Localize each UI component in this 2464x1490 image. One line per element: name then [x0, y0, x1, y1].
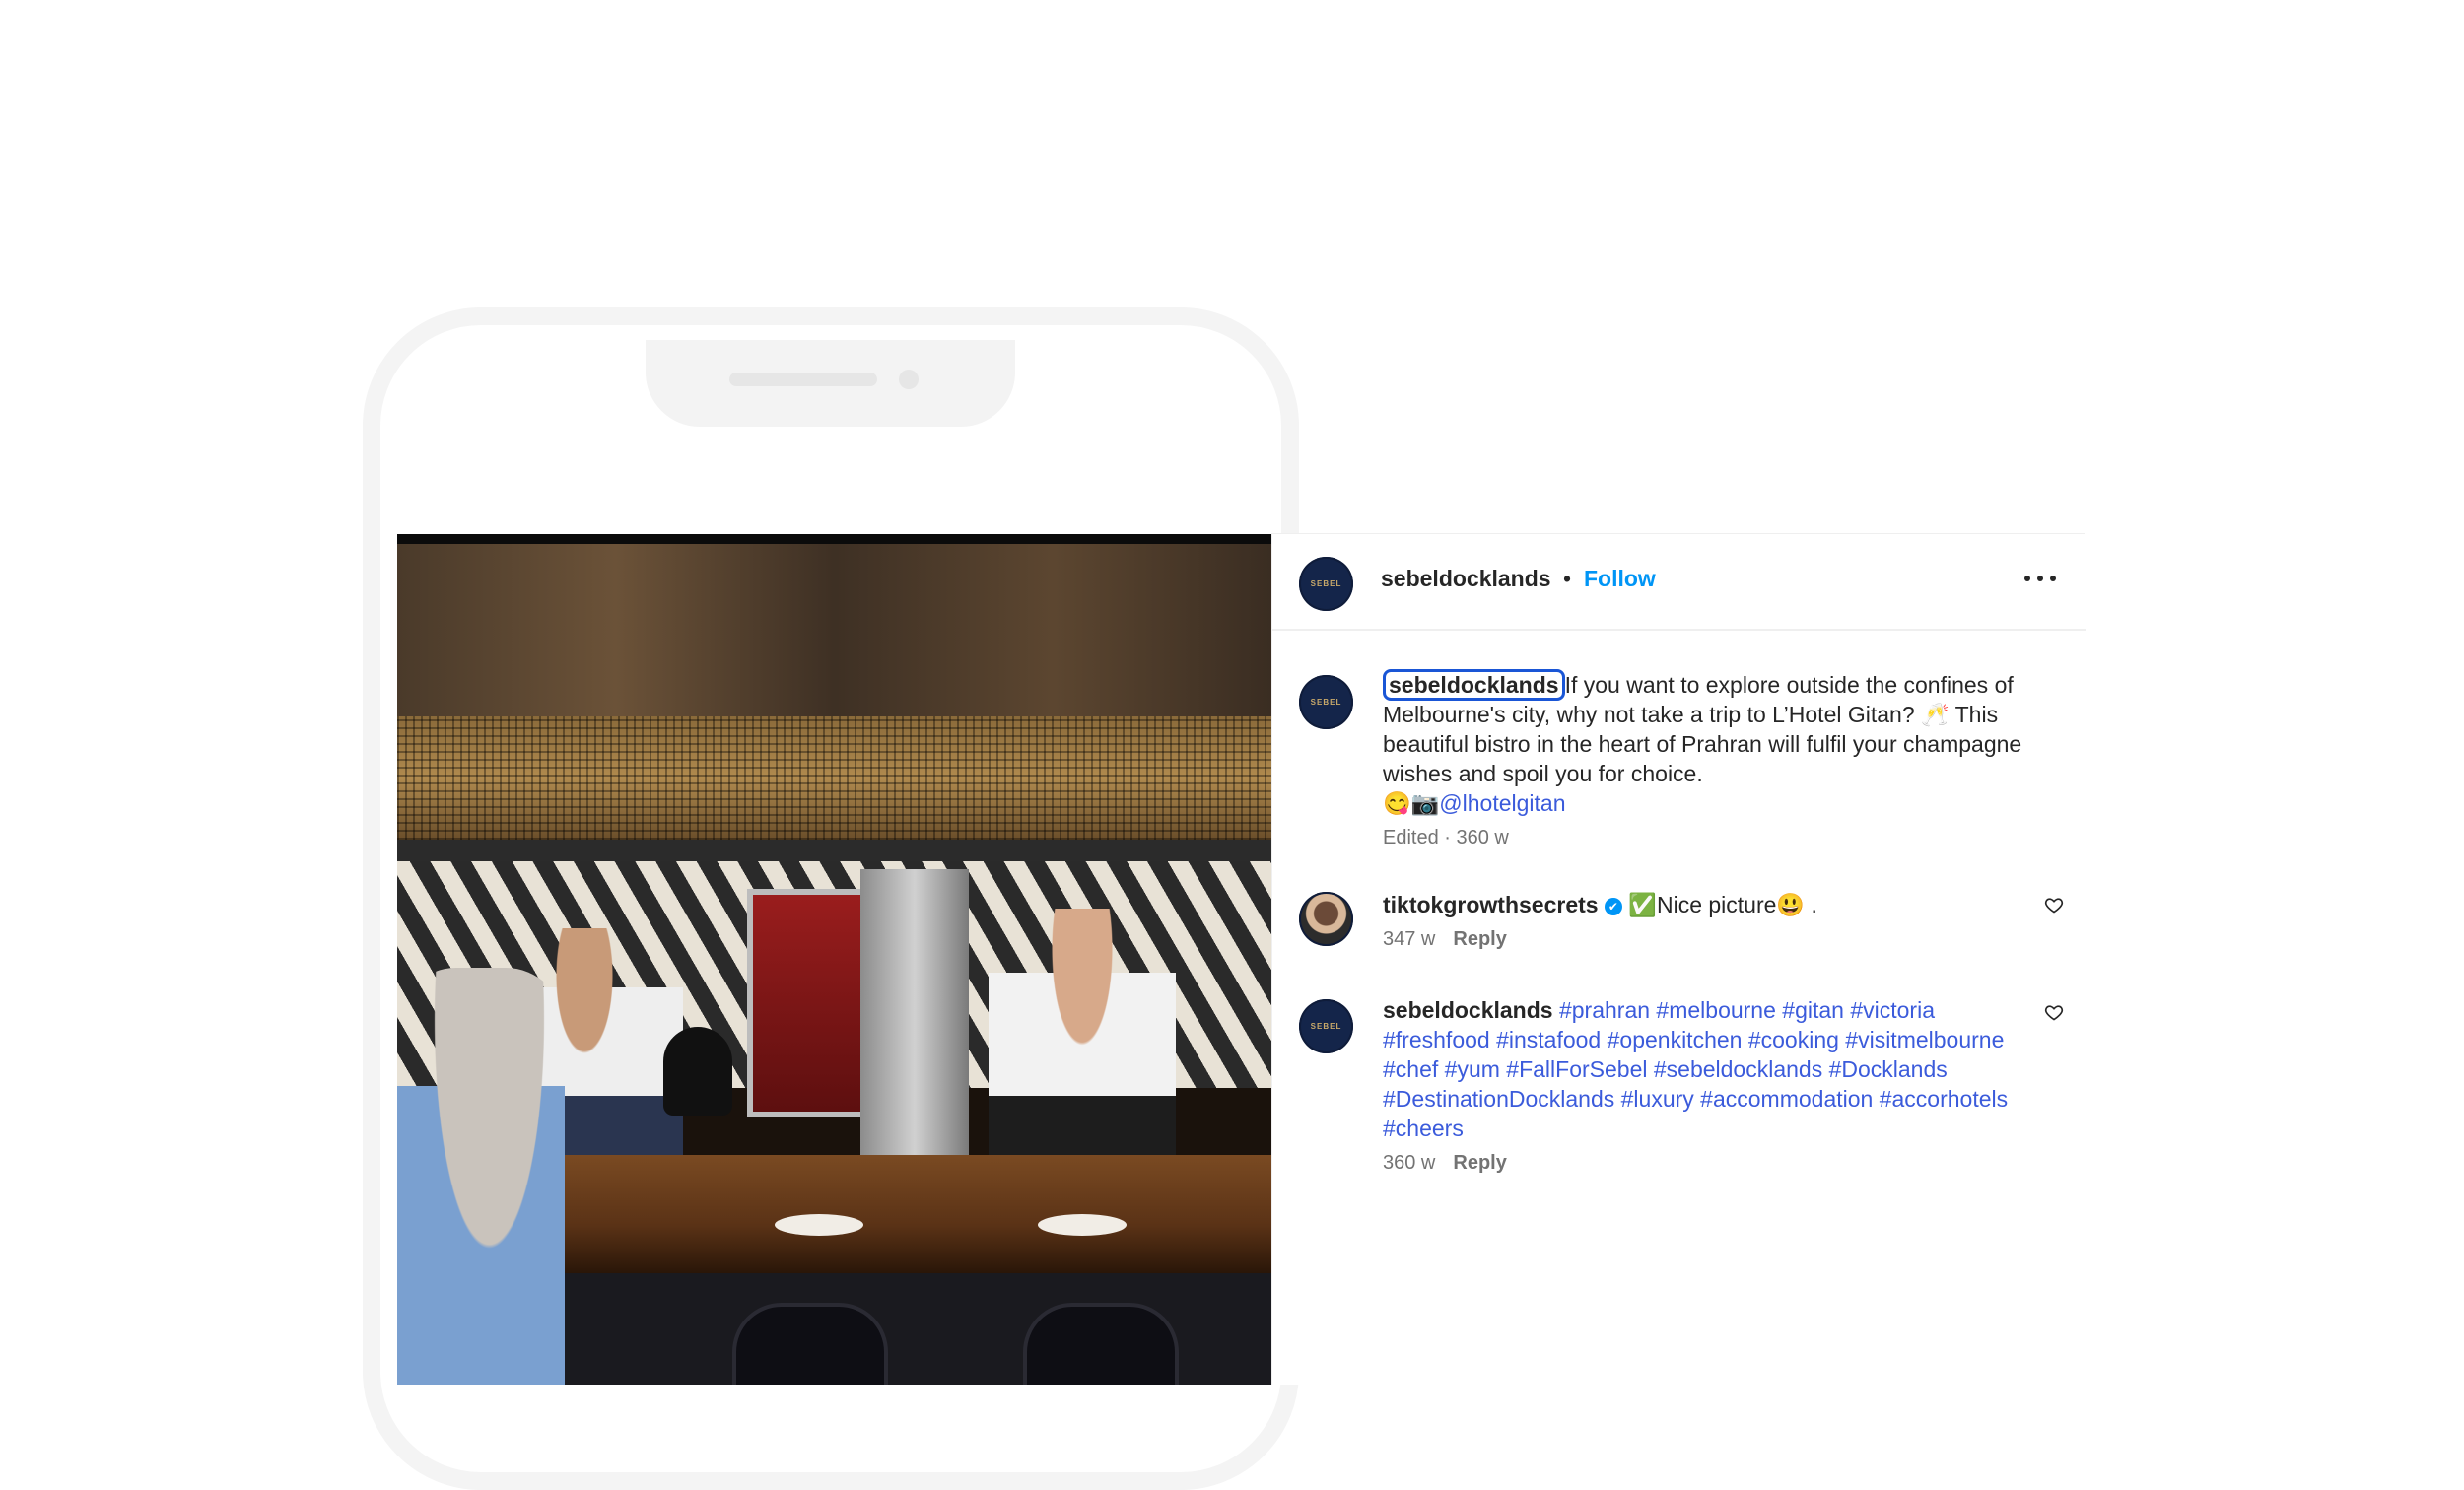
comment-username[interactable]: sebeldocklands [1383, 997, 1553, 1023]
avatar-logo-text: SEBEL [1310, 698, 1342, 707]
caption-username[interactable]: sebeldocklands [1383, 669, 1565, 701]
phone-camera [899, 370, 919, 389]
comment-username[interactable]: tiktokgrowthsecrets [1383, 892, 1599, 917]
more-options-icon[interactable] [2024, 574, 2056, 583]
reply-button[interactable]: Reply [1453, 1152, 1506, 1174]
avatar[interactable]: SEBEL [1299, 675, 1353, 729]
image-ceiling [397, 544, 1271, 716]
caption-emoji: 😋📷 [1383, 790, 1440, 816]
avatar[interactable] [1299, 892, 1353, 946]
header-username[interactable]: sebeldocklands [1381, 566, 1551, 592]
comment-time: 360 w [1383, 1152, 1436, 1174]
image-plate [1038, 1214, 1127, 1236]
avatar-logo-text: SEBEL [1310, 579, 1342, 588]
comment-meta: 347 w Reply [1383, 927, 2028, 951]
reply-button[interactable]: Reply [1453, 928, 1506, 950]
comment-body: tiktokgrowthsecrets ✔ ✅Nice picture😃 . 3… [1383, 890, 2028, 951]
avatar[interactable]: SEBEL [1299, 999, 1353, 1053]
image-stool [1023, 1303, 1179, 1385]
post-side-panel: SEBEL sebeldocklands • Follow SEBEL sebe… [1271, 534, 2086, 1385]
comment-meta: 360 w Reply [1383, 1151, 2028, 1175]
phone-speaker [729, 372, 877, 386]
heart-icon[interactable] [2044, 895, 2064, 914]
comment-time: 347 w [1383, 928, 1436, 950]
image-lamp [663, 1027, 732, 1116]
image-topbar [397, 534, 1271, 544]
follow-button[interactable]: Follow [1584, 566, 1656, 592]
mention-link[interactable]: @lhotelgitan [1439, 790, 1565, 816]
image-stool [732, 1303, 888, 1385]
comment-body: sebeldocklands #prahran #melbourne #gita… [1383, 995, 2028, 1175]
caption-meta: Edited · 360 w [1383, 827, 1509, 848]
post-header: SEBEL sebeldocklands • Follow [1272, 534, 2086, 631]
image-steel-column [860, 869, 969, 1175]
image-customer [397, 968, 565, 1385]
image-grill [397, 716, 1271, 840]
header-separator: • [1563, 566, 1572, 591]
avatar[interactable]: SEBEL [1299, 557, 1353, 611]
verified-badge-icon: ✔ [1604, 897, 1622, 915]
avatar-logo-text: SEBEL [1310, 1022, 1342, 1031]
post-image[interactable] [397, 534, 1271, 1385]
comment-text: ✅Nice picture😃 . [1628, 892, 1817, 917]
caption-body: sebeldocklands If you want to explore out… [1383, 669, 2028, 849]
image-shelf [397, 840, 1271, 861]
image-plate [775, 1214, 863, 1236]
heart-icon[interactable] [2044, 1002, 2064, 1022]
image-counter [545, 1155, 1271, 1273]
